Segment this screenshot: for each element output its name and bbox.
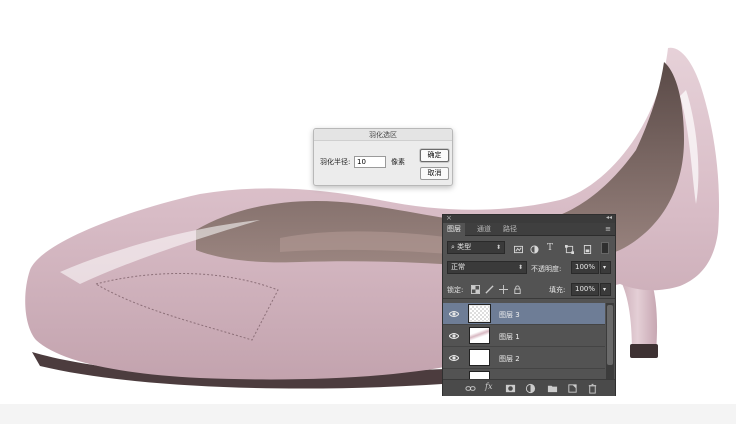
panel-top-strip: × ◂◂ xyxy=(443,214,615,223)
trash-icon[interactable] xyxy=(587,383,598,394)
eye-icon[interactable] xyxy=(449,309,459,319)
layer-thumbnail xyxy=(469,327,490,344)
layer-name: 图层 3 xyxy=(499,311,520,319)
layers-scrollbar[interactable] xyxy=(606,303,614,379)
lock-label: 锁定: xyxy=(447,286,464,294)
layer-thumbnail xyxy=(469,349,490,366)
chevron-down-icon: ⬍ xyxy=(495,244,501,251)
filter-kind-select[interactable]: ⌕ 类型 ⬍ xyxy=(447,241,505,254)
layer-row[interactable]: 图层 3 xyxy=(443,303,605,325)
lock-transparent-icon[interactable] xyxy=(471,285,480,294)
link-icon[interactable] xyxy=(465,383,476,394)
lock-pixels-icon[interactable] xyxy=(485,285,494,294)
filter-row: ⌕ 类型 ⬍ T xyxy=(443,239,615,257)
layer-row[interactable]: 图层 1 xyxy=(443,325,605,347)
blend-row: 正常 ⬍ 不透明度: 100% ▾ xyxy=(443,259,615,277)
layer-thumbnail xyxy=(469,371,490,379)
layers-footer: fx xyxy=(443,379,615,396)
lock-position-icon[interactable] xyxy=(499,285,508,294)
document-canvas[interactable] xyxy=(0,0,736,424)
lock-row: 锁定: 填充: 100% ▾ xyxy=(443,279,615,299)
fill-label: 填充: xyxy=(549,286,566,294)
filter-kind-label: 类型 xyxy=(457,243,472,251)
eye-icon[interactable] xyxy=(449,353,459,363)
layer-name: 图层 2 xyxy=(499,355,520,363)
new-layer-icon[interactable] xyxy=(567,383,578,394)
layer-row-partial[interactable] xyxy=(443,369,605,379)
fill-input[interactable]: 100% xyxy=(571,283,599,296)
chevron-down-icon: ▾ xyxy=(603,264,607,271)
layer-thumbnail xyxy=(469,305,490,322)
collapse-icon[interactable]: ◂◂ xyxy=(606,214,612,221)
layer-name: 图层 1 xyxy=(499,333,520,341)
feather-radius-input[interactable] xyxy=(354,156,386,168)
cancel-button[interactable]: 取消 xyxy=(420,167,449,180)
smart-object-filter-icon[interactable] xyxy=(583,245,592,254)
blend-mode-value: 正常 xyxy=(451,263,465,271)
feather-radius-label: 羽化半径: xyxy=(320,158,351,166)
chevron-down-icon: ⬍ xyxy=(517,264,523,271)
fx-icon[interactable]: fx xyxy=(485,382,496,393)
search-icon: ⌕ xyxy=(451,243,455,251)
opacity-input[interactable]: 100% xyxy=(571,261,599,274)
pixel-unit-label: 像素 xyxy=(391,158,405,166)
ok-button[interactable]: 确定 xyxy=(420,149,449,162)
panel-menu-icon[interactable]: ≡ xyxy=(605,223,611,236)
tab-paths[interactable]: 路径 xyxy=(499,223,521,236)
shape-filter-icon[interactable] xyxy=(565,245,574,254)
tab-channels[interactable]: 通道 xyxy=(473,223,495,236)
filter-toggle-switch[interactable] xyxy=(601,242,609,254)
chevron-down-icon: ▾ xyxy=(603,286,607,293)
type-filter-icon[interactable]: T xyxy=(547,243,553,253)
folder-icon[interactable] xyxy=(547,383,558,394)
adjustment-filter-icon[interactable] xyxy=(530,245,539,254)
feather-selection-dialog: 羽化选区 羽化半径: 像素 确定 取消 xyxy=(313,128,453,186)
opacity-label: 不透明度: xyxy=(531,265,562,273)
blend-mode-select[interactable]: 正常 ⬍ xyxy=(447,261,527,274)
eye-icon[interactable] xyxy=(449,331,459,341)
lock-all-icon[interactable] xyxy=(513,285,522,294)
layer-row[interactable]: 图层 2 xyxy=(443,347,605,369)
opacity-dropdown[interactable]: ▾ xyxy=(600,261,611,274)
image-filter-icon[interactable] xyxy=(514,245,523,254)
tab-layers[interactable]: 图层 xyxy=(443,223,465,236)
layers-panel: × ◂◂ 图层 通道 路径 ≡ ⌕ 类型 ⬍ T 正常 ⬍ 不透明度: 100%… xyxy=(442,214,616,396)
dialog-title: 羽化选区 xyxy=(314,129,452,141)
fill-dropdown[interactable]: ▾ xyxy=(600,283,611,296)
adjustment-icon[interactable] xyxy=(525,383,536,394)
shoe-image xyxy=(25,47,720,389)
scrollbar-thumb[interactable] xyxy=(607,305,613,365)
panel-tabs: 图层 通道 路径 ≡ xyxy=(443,223,615,236)
mask-icon[interactable] xyxy=(505,383,516,394)
close-icon[interactable]: × xyxy=(446,214,452,222)
